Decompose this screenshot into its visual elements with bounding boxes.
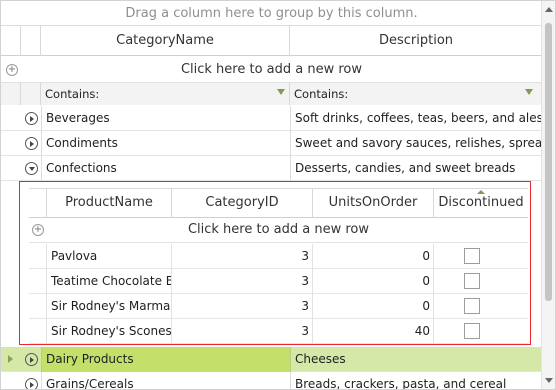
units-on-order-cell[interactable]: 0 (313, 244, 434, 269)
categories-grid: Drag a column here to group by this colu… (0, 0, 556, 390)
filter-row: Contains: Contains: (1, 83, 542, 105)
indicator-header (1, 26, 21, 56)
column-header-unitsonorder[interactable]: UnitsOnOrder (313, 189, 434, 217)
column-header-categoryid[interactable]: CategoryID (172, 189, 313, 217)
expand-arrow-icon[interactable] (25, 112, 38, 125)
detail-header: ProductName CategoryID UnitsOnOrder Disc… (29, 188, 528, 218)
row-indicator-cell (29, 244, 47, 269)
units-on-order-cell[interactable]: 40 (313, 319, 434, 344)
table-row[interactable]: Condiments Sweet and savory sauces, reli… (1, 131, 542, 156)
discontinued-cell (434, 244, 528, 269)
plus-circle-icon[interactable]: + (6, 64, 18, 76)
group-panel[interactable]: Drag a column here to group by this colu… (1, 1, 542, 26)
product-name-cell[interactable]: Sir Rodney's Marma... (47, 294, 172, 319)
discontinued-cell (434, 294, 528, 319)
column-header-productname[interactable]: ProductName (47, 189, 172, 217)
product-name-cell[interactable]: Pavlova (47, 244, 172, 269)
product-name-cell[interactable]: Teatime Chocolate B... (47, 269, 172, 294)
filter-categoryname[interactable]: Contains: (41, 83, 290, 105)
table-row-selected[interactable]: Dairy Products Cheeses (1, 347, 542, 372)
add-new-row-label: Click here to add a new row (180, 62, 363, 77)
category-id-cell[interactable]: 3 (172, 244, 313, 269)
category-description-cell[interactable]: Sweet and savory sauces, relishes, sprea… (290, 131, 542, 156)
expander-header (21, 26, 41, 56)
category-description-cell[interactable]: Cheeses (290, 347, 542, 372)
column-header-discontinued[interactable]: Discontinued (434, 189, 528, 217)
current-row-indicator-icon (8, 355, 13, 363)
scrollbar-thumb[interactable] (545, 23, 552, 301)
category-name-cell[interactable]: Condiments (41, 131, 290, 156)
category-name-cell[interactable]: Confections (41, 156, 290, 181)
category-name-cell[interactable]: Grains/Cereals (41, 372, 290, 389)
table-row[interactable]: Grains/Cereals Breads, crackers, pasta, … (1, 372, 542, 389)
category-name-cell[interactable]: Beverages (41, 106, 290, 131)
expand-arrow-icon[interactable] (25, 353, 38, 366)
product-name-cell[interactable]: Sir Rodney's Scones (47, 319, 172, 344)
row-indicator-cell (29, 319, 47, 344)
discontinued-checkbox[interactable] (464, 248, 480, 264)
discontinued-checkbox[interactable] (464, 298, 480, 314)
add-new-row[interactable]: + Click here to add a new row (1, 57, 542, 83)
detail-add-new-row-label: Click here to add a new row (187, 222, 370, 237)
filter-expander-cell (21, 83, 41, 105)
table-row[interactable]: Sir Rodney's Scones 3 40 (29, 319, 528, 344)
category-description-cell[interactable]: Breads, crackers, pasta, and cereal (290, 372, 542, 389)
category-description-cell[interactable]: Desserts, candies, and sweet breads (290, 156, 542, 181)
vertical-scrollbar[interactable] (541, 1, 555, 389)
column-header-description[interactable]: Description (290, 26, 542, 56)
table-row[interactable]: Sir Rodney's Marma... 3 0 (29, 294, 528, 319)
column-header-discontinued-label: Discontinued (438, 195, 524, 210)
expand-arrow-icon[interactable] (25, 137, 38, 150)
plus-circle-icon[interactable]: + (32, 224, 44, 236)
discontinued-checkbox[interactable] (464, 323, 480, 339)
row-indicator-cell (29, 294, 47, 319)
table-row[interactable]: Pavlova 3 0 (29, 244, 528, 269)
detail-indicator-header (29, 189, 47, 217)
scroll-up-arrow-icon[interactable] (545, 7, 553, 12)
column-header-categoryname[interactable]: CategoryName (41, 26, 290, 56)
filter-description[interactable]: Contains: (290, 83, 542, 105)
products-detail-grid: ProductName CategoryID UnitsOnOrder Disc… (19, 181, 531, 345)
scroll-down-arrow-icon[interactable] (545, 378, 553, 383)
units-on-order-cell[interactable]: 0 (313, 269, 434, 294)
units-on-order-cell[interactable]: 0 (313, 294, 434, 319)
expand-arrow-icon[interactable] (25, 378, 38, 389)
table-row[interactable]: Confections Desserts, candies, and sweet… (1, 156, 542, 181)
discontinued-cell (434, 319, 528, 344)
collapse-arrow-icon[interactable] (25, 162, 38, 175)
filter-categoryname-operator: Contains: (45, 87, 100, 101)
discontinued-checkbox[interactable] (464, 273, 480, 289)
category-id-cell[interactable]: 3 (172, 294, 313, 319)
table-row[interactable]: Teatime Chocolate B... 3 0 (29, 269, 528, 294)
filter-icon[interactable] (277, 89, 285, 95)
category-name-cell[interactable]: Dairy Products (41, 347, 290, 372)
grid-header: CategoryName Description (1, 26, 542, 56)
table-row[interactable]: Beverages Soft drinks, coffees, teas, be… (1, 106, 542, 131)
detail-add-new-row[interactable]: + Click here to add a new row (29, 218, 528, 243)
filter-icon[interactable] (525, 89, 533, 95)
sort-ascending-icon (477, 190, 485, 194)
category-description-cell[interactable]: Soft drinks, coffees, teas, beers, and a… (290, 106, 542, 131)
row-indicator-cell (29, 269, 47, 294)
discontinued-cell (434, 269, 528, 294)
filter-description-operator: Contains: (294, 87, 349, 101)
filter-indicator-cell (1, 83, 21, 105)
category-id-cell[interactable]: 3 (172, 269, 313, 294)
category-id-cell[interactable]: 3 (172, 319, 313, 344)
